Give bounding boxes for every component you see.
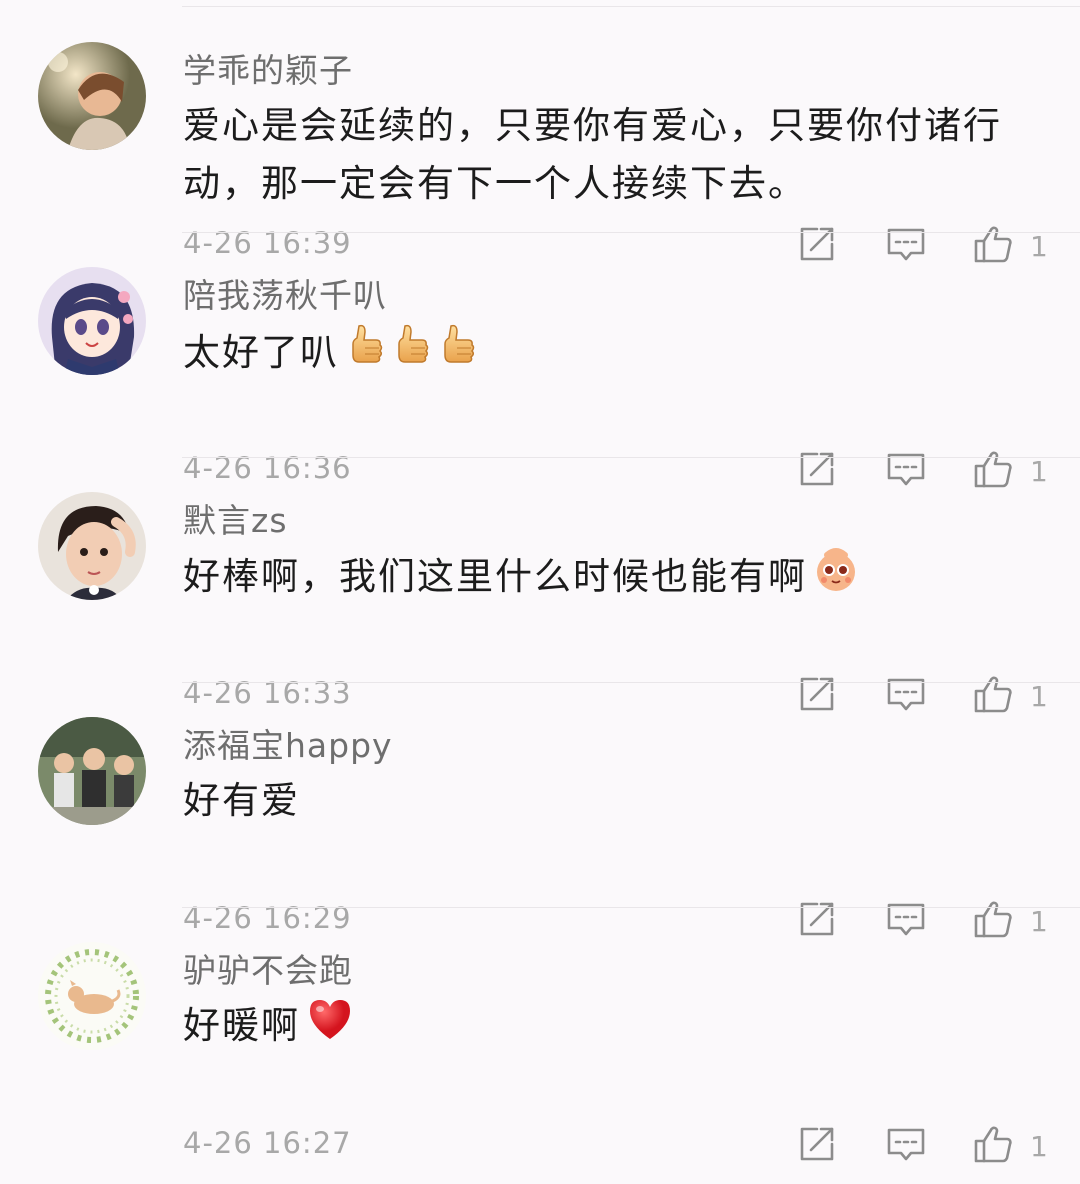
comment-icon[interactable] — [886, 1124, 926, 1164]
emoji-group — [300, 1000, 354, 1047]
username[interactable]: 学乖的颖子 — [183, 44, 353, 92]
username[interactable]: 陪我荡秋千叭 — [183, 269, 387, 317]
comment-text-body: 好有爱 — [183, 779, 300, 822]
emoji-group — [807, 548, 859, 598]
thumbs-up-emoji — [391, 322, 431, 387]
top-divider — [182, 6, 1080, 7]
comment-text: 好棒啊，我们这里什么时候也能有啊 — [183, 547, 1020, 610]
comment-item: 陪我荡秋千叭 太好了叭 4-26 16:36 1 — [0, 233, 1080, 488]
comment-item: 学乖的颖子 爱心是会延续的，只要你有爱心，只要你付诸行动，那一定会有下一个人接续… — [0, 8, 1080, 263]
avatar[interactable] — [38, 42, 146, 150]
avatar[interactable] — [38, 717, 146, 825]
comment-text-body: 爱心是会延续的，只要你有爱心，只要你付诸行动，那一定会有下一个人接续下去。 — [183, 104, 1002, 205]
username[interactable]: 添福宝happy — [183, 719, 393, 767]
comment-item: 添福宝happy 好有爱 4-26 16:29 1 — [0, 683, 1080, 938]
avatar[interactable] — [38, 942, 146, 1050]
share-icon[interactable] — [797, 1124, 837, 1164]
comment-text-body: 好暖啊 — [183, 1004, 300, 1047]
thumbs-up-emoji — [437, 322, 477, 387]
username[interactable]: 驴驴不会跑 — [183, 944, 353, 992]
red-heart-emoji — [306, 997, 354, 1058]
comment-text-body: 好棒啊，我们这里什么时候也能有啊 — [183, 555, 807, 598]
comment-text: 爱心是会延续的，只要你有爱心，只要你付诸行动，那一定会有下一个人接续下去。 — [183, 97, 1020, 213]
timestamp: 4-26 16:27 — [183, 1126, 352, 1160]
emoji-group — [339, 324, 477, 374]
comment-item: 默言zs 好棒啊，我们这里什么时候也能有啊 4-26 16:33 1 — [0, 458, 1080, 713]
comment-item: 驴驴不会跑 好暖啊 4-26 16:27 1 — [0, 908, 1080, 1163]
cute-face-emoji — [813, 547, 859, 610]
thumbs-up-icon[interactable] — [973, 1124, 1013, 1164]
avatar[interactable] — [38, 267, 146, 375]
like-count: 1 — [1030, 1130, 1048, 1163]
thumbs-up-emoji — [345, 322, 385, 387]
comment-text-body: 太好了叭 — [183, 331, 339, 374]
username[interactable]: 默言zs — [183, 494, 288, 542]
comment-text: 好有爱 — [183, 772, 1020, 830]
comment-text: 好暖啊 — [183, 997, 1020, 1058]
comment-text: 太好了叭 — [183, 322, 1020, 387]
avatar[interactable] — [38, 492, 146, 600]
